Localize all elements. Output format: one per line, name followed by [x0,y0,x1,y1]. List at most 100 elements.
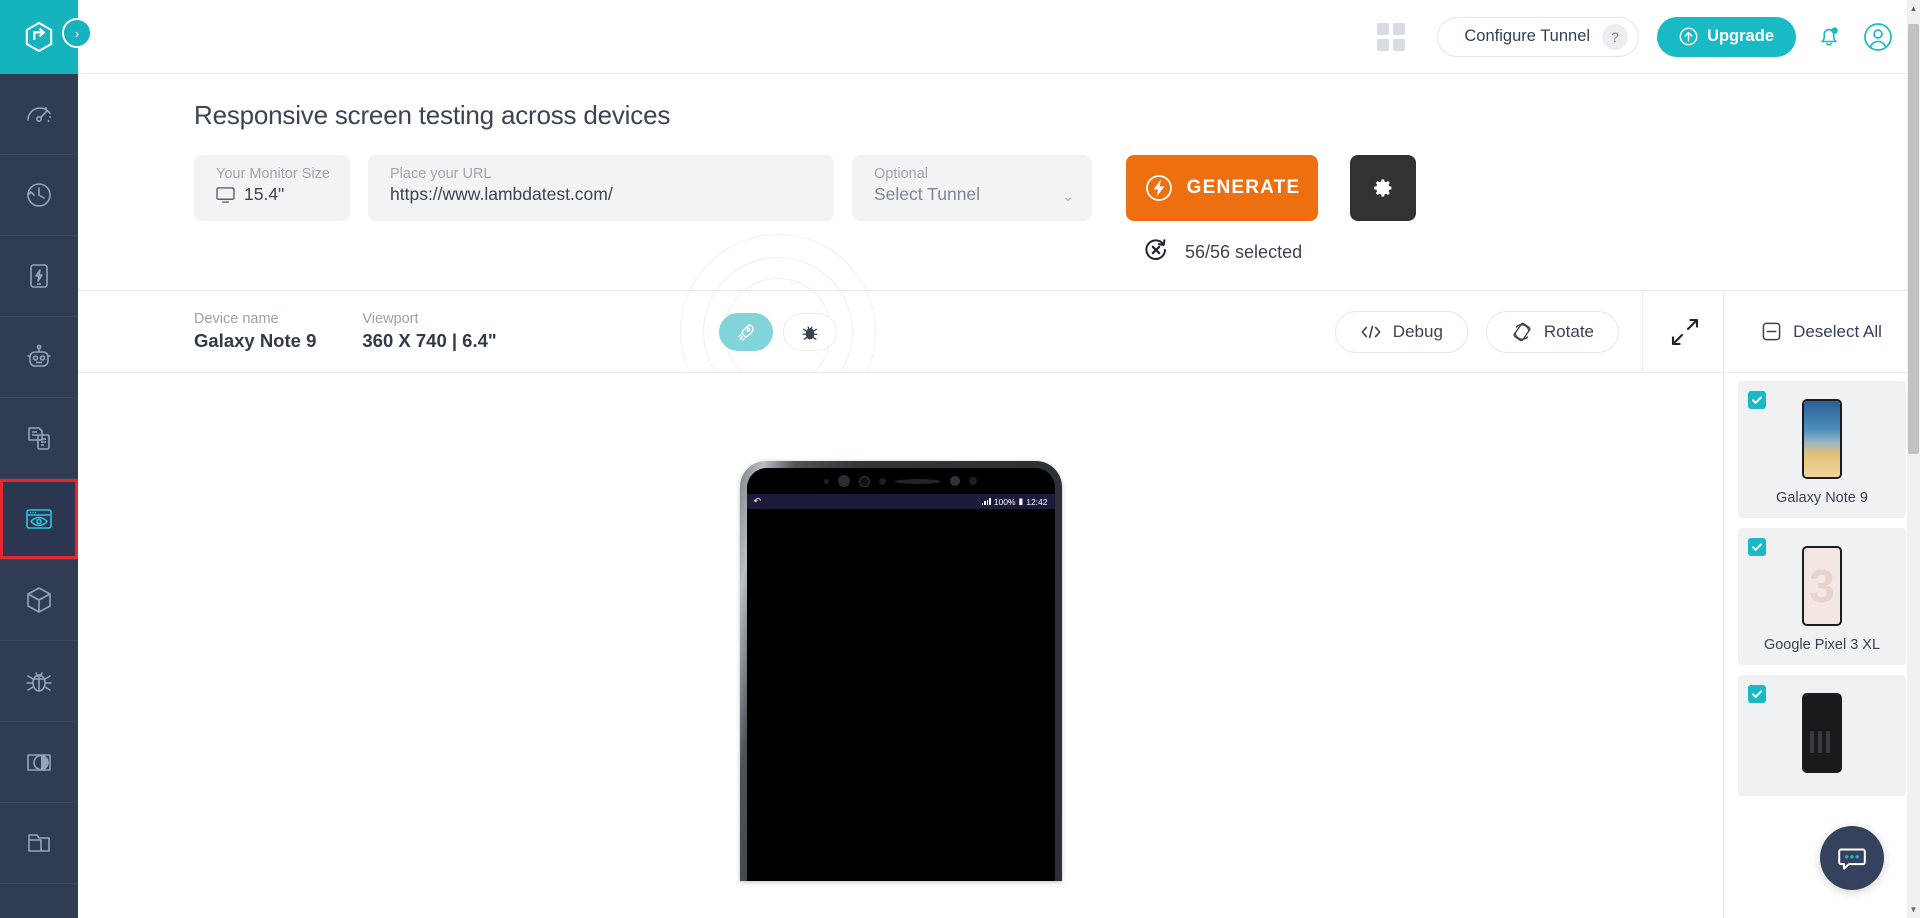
scroll-thumb[interactable] [1908,24,1919,454]
rendered-page-viewport[interactable] [746,509,1055,881]
device-card[interactable] [1738,675,1906,796]
page-title: Responsive screen testing across devices [194,100,671,130]
grid-apps-icon[interactable] [1377,22,1406,51]
device-name-label: Device name [194,311,279,327]
bug-icon [26,672,52,692]
device-thumbnail [1802,399,1842,479]
url-label: Place your URL [390,166,492,182]
check-icon [1752,396,1762,404]
upgrade-button[interactable]: Upgrade [1657,16,1796,57]
url-field[interactable]: Place your URL https://www.lambdatest.co… [368,155,834,221]
contrast-compare-icon [27,754,51,771]
device-card[interactable]: Google Pixel 3 XL [1738,528,1906,665]
sidebar-item-responsive[interactable] [0,479,78,560]
cube-icon [27,587,51,613]
code-brackets-icon [1361,325,1381,338]
account-button[interactable] [1862,21,1894,53]
reset-circle-x-icon [1145,239,1166,260]
phone-screen: ↶ 100% ▮ 12:42 [746,468,1055,881]
deselect-all-button[interactable]: Deselect All [1724,291,1920,373]
preview-column: Device name Galaxy Note 9 Viewport 360 X… [78,234,1724,918]
battery-icon: ▮ [1018,496,1024,506]
page-scrollbar[interactable]: ▲ ▼ [1907,0,1920,918]
scroll-down-arrow[interactable]: ▼ [1909,905,1918,914]
minus-square-icon [1762,322,1781,341]
sidebar-item-history[interactable] [0,155,78,236]
debug-button[interactable]: Debug [1334,310,1468,353]
upgrade-label: Upgrade [1707,27,1774,45]
sidebar-item-dashboard[interactable] [0,74,78,155]
device-checkbox[interactable] [1748,391,1766,409]
device-card-label: Galaxy Note 9 [1776,490,1868,506]
notifications-button[interactable] [1814,22,1844,52]
device-checkbox[interactable] [1748,685,1766,703]
check-icon [1752,690,1762,698]
sidebar-expand-button[interactable]: › [62,18,92,48]
bug-icon [802,326,818,340]
sidebar-item-issue-tracker[interactable] [0,641,78,722]
device-name-block: Device name Galaxy Note 9 [194,311,316,352]
device-list-panel: Deselect All Galaxy Note 9 3 Google Pixe… [1724,291,1920,918]
content-area: Device name Galaxy Note 9 Viewport 360 X… [78,234,1920,918]
rotate-button[interactable]: Rotate [1485,310,1619,353]
selected-count-label: 56/56 selected [1185,242,1303,262]
clock-history-icon [27,183,51,207]
chat-bubble-icon [1838,848,1866,870]
rotate-screen-icon [1513,322,1531,341]
app-root: › Configure Tunnel ? Upgrade Responsive … [0,0,1920,918]
device-thumbnail [1802,693,1842,773]
url-value[interactable]: https://www.lambdatest.com/ [390,184,816,205]
rocket-icon [738,324,754,341]
scroll-up-arrow[interactable]: ▲ [1909,4,1918,13]
lambdatest-logo-icon [25,21,53,53]
lightning-bolt-icon [1145,175,1172,201]
mode-debug-button[interactable] [783,313,837,351]
configure-tunnel-button[interactable]: Configure Tunnel ? [1437,16,1640,57]
phone-frame: ↶ 100% ▮ 12:42 [739,461,1062,881]
device-checkbox[interactable] [1748,538,1766,556]
reset-selection-button[interactable] [1141,235,1171,270]
device-card-label: Google Pixel 3 XL [1763,637,1881,653]
tunnel-label: Optional [874,166,929,182]
mode-toggle-inner [719,313,837,351]
fullscreen-expand-icon [1671,318,1699,345]
device-card[interactable]: Galaxy Note 9 [1738,381,1906,518]
user-avatar-icon [1864,22,1892,51]
main-column: Configure Tunnel ? Upgrade Responsive sc… [78,0,1920,918]
mode-performance-button[interactable] [719,313,773,351]
fullscreen-button[interactable] [1642,290,1701,373]
documents-icon [28,427,50,450]
tunnel-select[interactable]: Optional Select Tunnel ⌄ [852,155,1092,221]
phone-battery-percent: 100% [993,496,1016,507]
monitor-size-field[interactable]: Your Monitor Size 15.4" [194,155,350,221]
top-bar: Configure Tunnel ? Upgrade [78,0,1920,74]
chat-widget-button[interactable] [1820,826,1884,890]
sidebar-item-automation[interactable] [0,317,78,398]
help-icon[interactable]: ? [1602,23,1629,50]
sidebar-item-screenshot[interactable] [0,398,78,479]
device-cards[interactable]: Galaxy Note 9 Google Pixel 3 XL [1724,373,1920,918]
arrow-up-circle-icon [1679,27,1698,46]
device-name-value: Galaxy Note 9 [194,330,317,351]
viewport-label: Viewport [362,311,419,327]
chevron-down-icon: ⌄ [1062,188,1074,204]
settings-button[interactable] [1350,155,1416,221]
sidebar-item-projects[interactable] [0,803,78,884]
debug-label: Debug [1392,321,1443,341]
config-form-row: Your Monitor Size 15.4" Place your URL h… [78,131,1920,221]
sidebar-item-smart-visual[interactable] [0,722,78,803]
monitor-size-value: 15.4" [244,184,285,204]
app-logo[interactable]: › [0,0,92,74]
device-thumbnail [1802,546,1842,626]
generate-label: GENERATE [1186,177,1301,198]
phone-status-bar: ↶ 100% ▮ 12:42 [746,494,1055,509]
sidebar-nav [0,74,78,884]
sidebar-item-integrations[interactable] [0,560,78,641]
signal-bars-icon [981,498,991,505]
generate-button[interactable]: GENERATE [1126,155,1318,221]
folder-icon [28,834,50,852]
viewport-value: 360 X 740 | 6.4" [362,330,497,351]
mobile-lightning-icon [30,264,48,288]
sidebar-item-realtime[interactable] [0,236,78,317]
refresh-icon: ↶ [753,496,762,506]
